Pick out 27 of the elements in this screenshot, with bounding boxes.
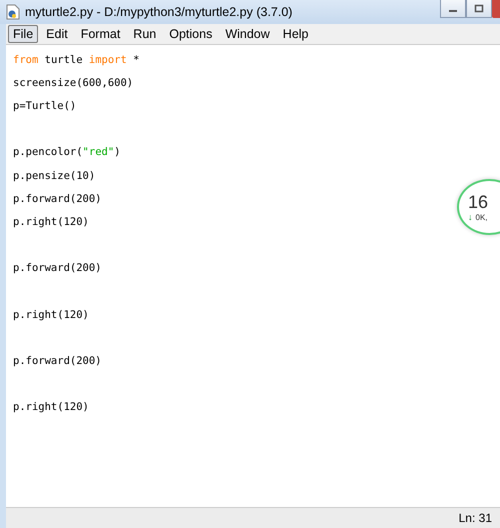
speed-value: 16 xyxy=(468,192,490,212)
window-title: myturtle2.py - D:/mypython3/myturtle2.py (3.7.0) xyxy=(25,5,292,19)
code-line: p.right(120) xyxy=(13,308,89,321)
maximize-button[interactable] xyxy=(466,0,492,18)
down-arrow-icon: ↓ xyxy=(468,212,472,222)
minimize-button[interactable] xyxy=(440,0,466,18)
code-line: p.right(120) xyxy=(13,216,89,228)
code-line: from turtle import * xyxy=(13,54,140,66)
code-line: p.forward(200) xyxy=(13,262,102,274)
menu-item[interactable]: Format xyxy=(76,25,126,43)
code-line: p.forward(200) xyxy=(13,192,102,205)
code-line: p=Turtle() xyxy=(13,100,76,112)
code-line: p.pencolor("red") xyxy=(13,146,120,158)
maximize-icon xyxy=(474,4,484,13)
menu-item[interactable]: File xyxy=(8,25,38,43)
code-line: p.pensize(10) xyxy=(13,170,96,182)
menu-item[interactable]: Run xyxy=(128,25,162,43)
menu-item[interactable]: Options xyxy=(164,25,218,43)
line-number-status: Ln: 31 xyxy=(458,511,492,525)
menu-item[interactable]: Edit xyxy=(41,25,73,43)
code-line: screensize(600,600) xyxy=(13,76,134,89)
menu-item[interactable]: Help xyxy=(278,25,314,43)
menu-item[interactable]: Window xyxy=(220,25,275,43)
speed-rate: 0K, xyxy=(476,212,488,222)
code-line: p.right(120) xyxy=(13,401,89,414)
python-file-icon xyxy=(6,4,20,20)
code-line: p.forward(200) xyxy=(13,355,102,368)
